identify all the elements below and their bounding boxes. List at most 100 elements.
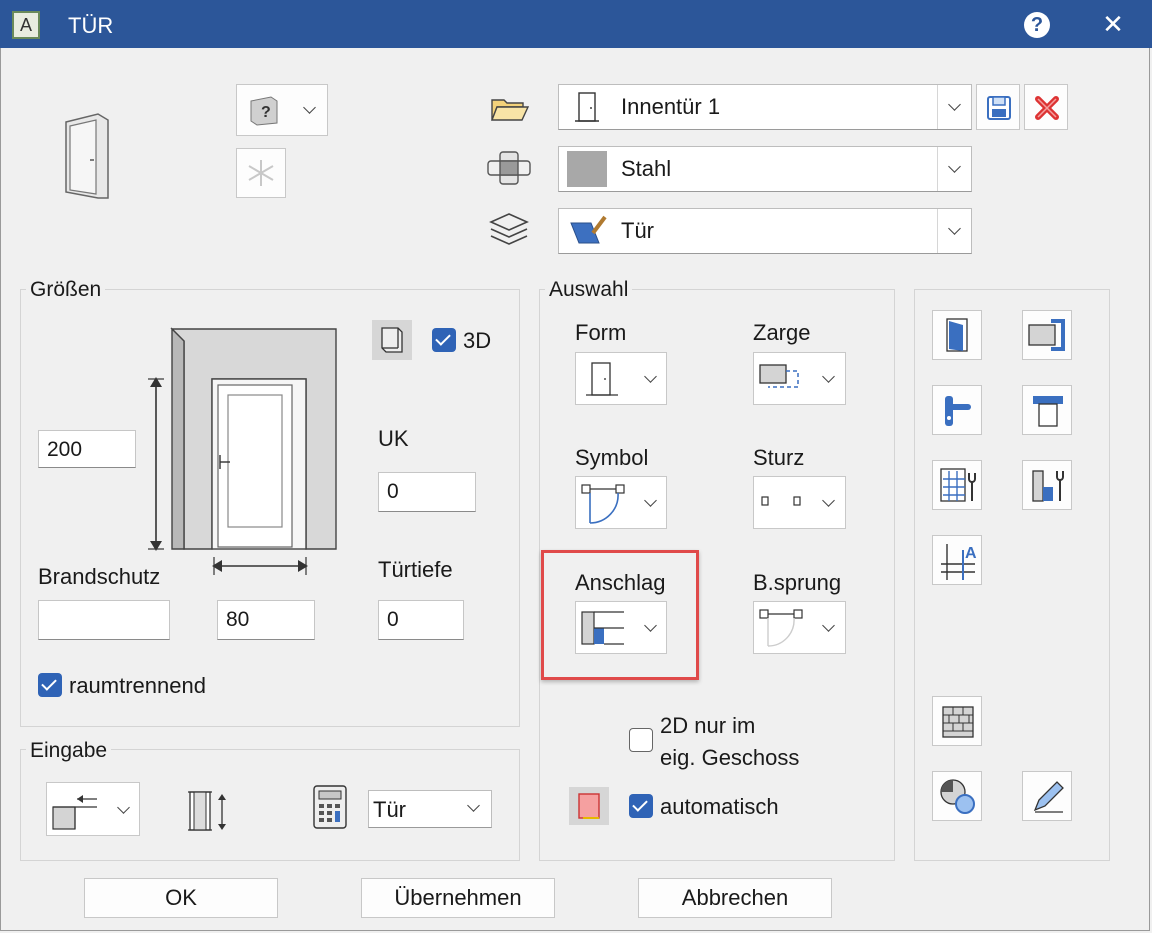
sturz-combo[interactable] [753,476,846,529]
material-value: Stahl [621,156,672,181]
help-button[interactable]: ? [1024,12,1050,38]
chevron-down-icon [644,494,657,507]
wall-button[interactable] [932,696,982,746]
label-a-icon: A [941,544,977,580]
uk-label: UK [378,426,409,451]
folder-open-icon [490,99,530,121]
eingabe-type-value: Tür [373,797,406,822]
door-leaf-icon [946,318,968,352]
app-icon: A [12,11,40,39]
label-button[interactable]: A [932,535,982,585]
eingabe-label: Eingabe [26,739,112,763]
door-type-combo[interactable]: Innentür 1 [558,84,972,130]
chevron-down-icon [948,98,961,111]
freeze-button[interactable] [236,148,286,198]
material-picker-button[interactable] [932,771,982,821]
combo-arrow[interactable] [937,147,971,191]
preset-combo[interactable]: ? [236,84,328,136]
close-button[interactable]: ✕ [1100,10,1126,38]
tuertiefe-input[interactable]: 0 [378,600,464,640]
profile-wrench-icon [1032,470,1064,502]
tuertiefe-label: Türtiefe [378,557,453,582]
automatisch-checkbox[interactable] [629,794,653,818]
frame-icon [759,364,799,388]
check-3d-checkbox[interactable] [432,328,456,352]
material-swatch [567,151,607,187]
door-type-value: Innentür 1 [621,94,721,119]
symbol-label: Symbol [575,445,649,470]
view-3d-button[interactable] [372,320,412,360]
symbol-combo[interactable] [575,476,667,529]
width-input[interactable]: 80 [217,600,315,640]
bsprung-combo[interactable] [753,601,846,654]
check-2d-label-line1: 2D nur im [660,713,756,738]
check-2d-checkbox[interactable] [629,728,653,752]
combo-arrow[interactable] [937,209,971,253]
lintel-icon [761,496,801,506]
layer-combo[interactable]: Tür [558,208,972,254]
auswahl-label: Auswahl [545,278,633,302]
material-magnifier-icon [940,779,975,814]
door-form-icon [586,362,618,396]
material-combo[interactable]: Stahl [558,146,972,192]
eingabe-mode-combo[interactable] [46,782,140,836]
frame-button[interactable] [1022,310,1072,360]
uk-input[interactable]: 0 [378,472,476,512]
door-handle-icon [945,396,971,426]
apply-button[interactable]: Übernehmen [361,878,555,918]
material-icon [487,151,531,185]
chevron-down-icon [117,801,130,814]
chevron-down-icon [644,370,657,383]
ok-button[interactable]: OK [84,878,278,918]
delete-x-icon [1035,96,1059,120]
door-preview-icon [65,113,109,199]
door-3d-icon [381,327,403,353]
insertion-point-icon [52,795,97,830]
cancel-button[interactable]: Abbrechen [638,878,832,918]
eingabe-type-combo[interactable]: Tür [368,790,492,828]
preset-question-mark: ? [261,104,271,121]
check-2d-label-line2: eig. Geschoss [660,745,800,770]
chevron-down-icon [644,619,657,632]
delete-button[interactable] [1024,84,1068,130]
edit-button[interactable] [1022,771,1072,821]
combo-arrow[interactable] [937,85,971,129]
layer-pen-icon [570,215,607,244]
check-3d-label: 3D [463,328,492,353]
door-leaf-button[interactable] [932,310,982,360]
anschlag-combo[interactable] [575,601,667,654]
lintel-button[interactable] [1022,385,1072,435]
profile-config-button[interactable] [1022,460,1072,510]
form-combo[interactable] [575,352,667,405]
snowflake-icon [248,160,274,186]
auto-color-button[interactable] [569,787,609,825]
door-red-icon [578,793,600,819]
groessen-label: Größen [26,278,106,302]
preset-box-icon: ? [250,96,278,126]
brandschutz-input[interactable] [38,600,170,640]
raumtrennend-label: raumtrennend [69,673,206,698]
zarge-combo[interactable] [753,352,846,405]
raumtrennend-checkbox[interactable] [38,673,62,697]
window-config-button[interactable] [932,460,982,510]
svg-text:A: A [965,545,977,562]
chevron-down-icon [948,160,961,173]
lintel-tool-icon [1033,396,1063,427]
height-input[interactable]: 200 [38,430,136,468]
chevron-down-icon [948,222,961,235]
opening-dimension-icon [188,791,226,831]
calculator-icon [313,785,347,829]
handle-button[interactable] [932,385,982,435]
save-button[interactable] [976,84,1020,130]
zarge-label: Zarge [753,320,811,345]
chevron-down-icon [822,494,835,507]
chevron-down-icon [822,619,835,632]
chevron-down-icon [303,101,316,114]
window-title: TÜR [68,13,114,38]
bsprung-label: B.sprung [753,570,842,595]
chevron-down-icon [467,799,480,812]
form-label: Form [575,320,627,345]
chevron-down-icon [822,370,835,383]
door-swing-symbol-icon [581,484,625,524]
frame-profile-icon [1028,319,1065,351]
